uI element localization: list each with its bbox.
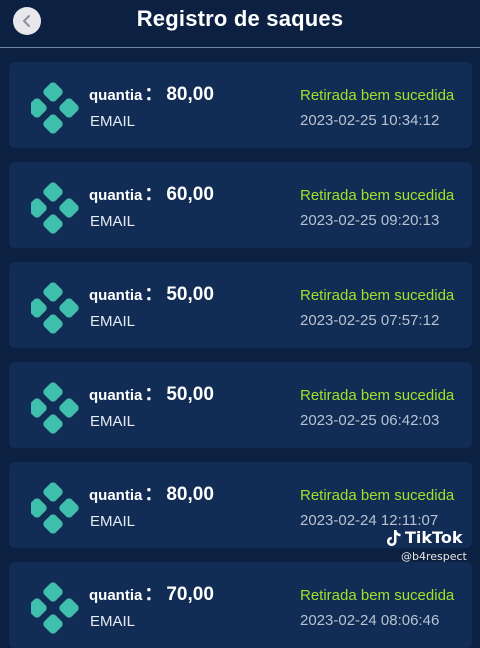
timestamp: 2023-02-25 06:42:03 [300,412,440,429]
amount-colon: ： [144,284,163,304]
timestamp: 2023-02-25 09:20:13 [300,212,440,229]
tiktok-logo-icon [387,529,401,546]
amount-line: quantia： 50,00 [89,380,214,406]
amount-line: quantia： 60,00 [89,180,214,206]
withdrawal-record[interactable]: quantia： 50,00 EMAIL Retirada bem sucedid… [9,362,472,448]
timestamp: 2023-02-24 08:06:46 [300,612,440,629]
amount-value: 80,00 [166,84,214,105]
withdrawal-record[interactable]: quantia： 80,00 EMAIL Retirada bem sucedid… [9,62,472,148]
pix-logo-icon [31,482,79,534]
timestamp: 2023-02-24 12:11:07 [300,512,439,529]
amount-label: quantia [89,87,143,104]
pix-logo-icon [31,282,79,334]
withdrawal-record[interactable]: quantia： 50,00 EMAIL Retirada bem sucedid… [9,262,472,348]
payment-method: EMAIL [90,213,136,230]
amount-colon: ： [144,84,163,104]
amount-value: 60,00 [166,184,214,205]
amount-colon: ： [144,484,163,504]
pix-logo-icon [31,382,79,434]
amount-label: quantia [89,187,143,204]
status-text: Retirada bem sucedida [300,487,455,504]
amount-line: quantia： 80,00 [89,480,214,506]
amount-label: quantia [89,387,143,404]
pix-logo-icon [31,582,79,634]
amount-label: quantia [89,587,143,604]
payment-method: EMAIL [90,613,136,630]
amount-colon: ： [144,184,163,204]
amount-colon: ： [144,384,163,404]
withdrawal-record[interactable]: quantia： 60,00 EMAIL Retirada bem sucedid… [9,162,472,248]
payment-method: EMAIL [90,313,136,330]
pix-logo-icon [31,182,79,234]
amount-colon: ： [144,584,163,604]
watermark-handle: @b4respect [401,550,467,563]
timestamp: 2023-02-25 10:34:12 [300,112,440,129]
amount-line: quantia： 70,00 [89,580,214,606]
amount-value: 50,00 [166,284,214,305]
withdrawal-record[interactable]: quantia： 70,00 EMAIL Retirada bem sucedid… [9,562,472,648]
status-text: Retirada bem sucedida [300,287,455,304]
amount-line: quantia： 50,00 [89,280,214,306]
payment-method: EMAIL [90,413,136,430]
header-bar: Registro de saques [0,0,480,48]
amount-label: quantia [89,287,143,304]
amount-value: 80,00 [166,484,214,505]
status-text: Retirada bem sucedida [300,587,455,604]
status-text: Retirada bem sucedida [300,187,455,204]
amount-line: quantia： 80,00 [89,80,214,106]
amount-label: quantia [89,487,143,504]
payment-method: EMAIL [90,113,136,130]
page-title: Registro de saques [136,6,344,31]
payment-method: EMAIL [90,513,136,530]
timestamp: 2023-02-25 07:57:12 [300,312,440,329]
amount-value: 70,00 [166,584,214,605]
status-text: Retirada bem sucedida [300,387,455,404]
watermark-brand: TikTok [405,528,463,547]
tiktok-watermark: TikTok @b4respect [386,528,467,563]
amount-value: 50,00 [166,384,214,405]
pix-logo-icon [31,82,79,134]
status-text: Retirada bem sucedida [300,87,455,104]
